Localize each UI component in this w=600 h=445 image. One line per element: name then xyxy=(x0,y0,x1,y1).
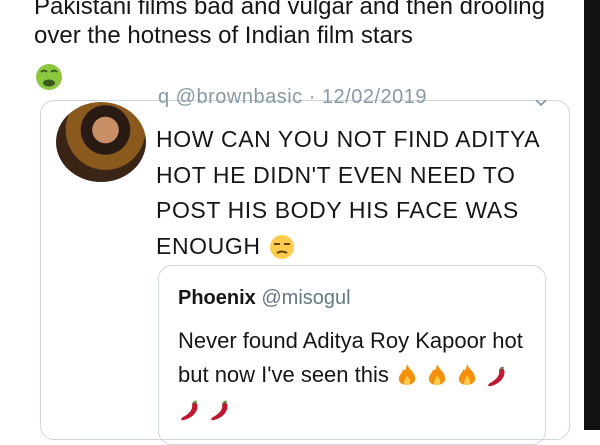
nested-quote-handle[interactable]: @misogul xyxy=(261,287,350,309)
nested-quote-body: Never found Aditya Roy Kapoor hot but no… xyxy=(178,324,538,426)
fire-icon xyxy=(429,364,446,386)
window-edge-bar xyxy=(584,0,600,430)
hot-pepper-icon xyxy=(488,366,505,387)
nauseated-face-icon xyxy=(36,64,62,90)
unamused-face-icon xyxy=(269,235,294,260)
nested-quote-author[interactable]: Phoenix @misogul xyxy=(178,287,351,310)
hot-pepper-icon xyxy=(211,400,228,421)
avatar[interactable] xyxy=(56,102,146,182)
quoted-tweet-meta: q @brownbasic · 12/02/2019 xyxy=(158,86,428,108)
hot-pepper-icon xyxy=(181,400,198,421)
fire-icon xyxy=(398,364,416,386)
quoted-tweet-text: HOW CAN YOU NOT FIND ADITYA HOT HE DIDN'… xyxy=(156,126,539,259)
quoted-tweet-body: HOW CAN YOU NOT FIND ADITYA HOT HE DIDN'… xyxy=(156,122,546,264)
nested-quote-name[interactable]: Phoenix xyxy=(178,287,256,309)
outer-tweet-text: Pakistani films bad and vulgar and then … xyxy=(34,0,545,49)
chevron-down-icon[interactable] xyxy=(534,96,548,110)
fire-icon xyxy=(459,364,476,386)
